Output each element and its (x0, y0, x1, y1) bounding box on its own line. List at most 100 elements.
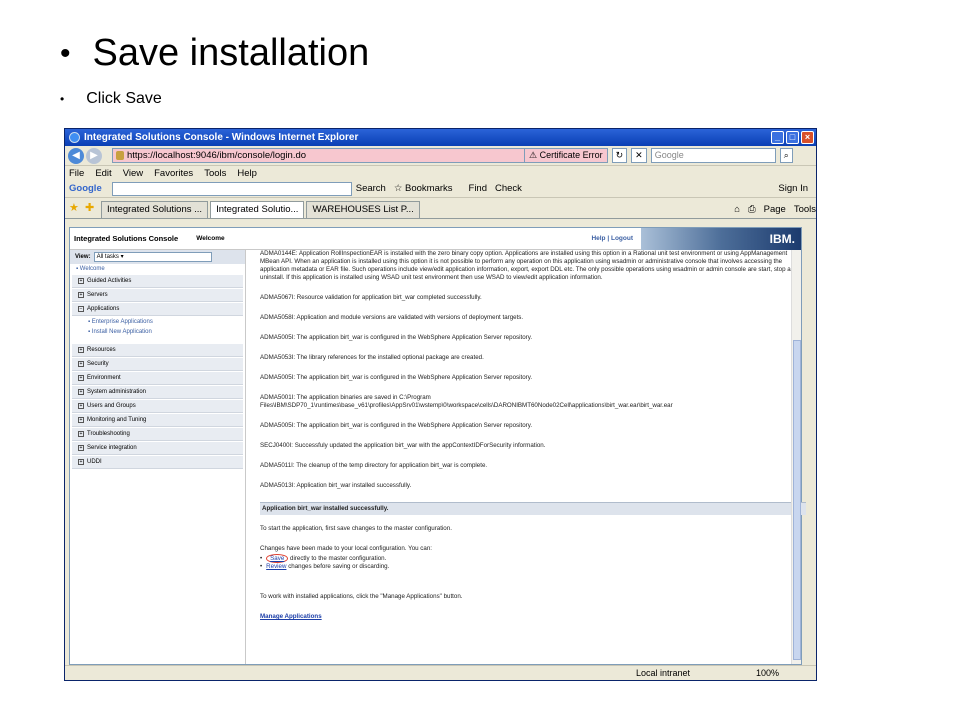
nav-users-groups[interactable]: + Users and Groups (72, 400, 243, 413)
nav-security[interactable]: + Security (72, 358, 243, 371)
print-icon[interactable]: ⎙ (748, 204, 756, 215)
view-select[interactable]: All tasks ▾ (93, 252, 212, 262)
menu-tools[interactable]: Tools (204, 168, 226, 179)
menu-view[interactable]: View (123, 168, 143, 179)
nav-uddi-label: UDDI (87, 459, 102, 465)
menu-file[interactable]: File (69, 168, 84, 179)
back-icon[interactable]: ◀ (68, 147, 84, 164)
review-option: Review changes before saving or discardi… (260, 563, 806, 571)
message: ADMA5005I: The application birt_war is c… (260, 374, 533, 381)
expand-icon: + (78, 292, 84, 298)
check-button[interactable]: Check (495, 183, 522, 194)
expand-icon: + (78, 389, 84, 395)
nav-troubleshooting-label: Troubleshooting (87, 431, 130, 437)
vertical-scrollbar[interactable] (791, 250, 801, 664)
ibm-logo: IBM. (641, 227, 801, 250)
google-search-input[interactable] (111, 181, 352, 196)
google-search-button[interactable]: Search (356, 183, 386, 194)
menu-help[interactable]: Help (237, 168, 257, 179)
console-header: Integrated Solutions Console Welcome Hel… (70, 227, 801, 250)
nav-guided-activities[interactable]: + Guided Activities (72, 275, 243, 288)
forward-icon[interactable]: ▶ (86, 147, 102, 164)
certificate-error-label: Certificate Error (539, 150, 603, 160)
nav-users-label: Users and Groups (87, 403, 136, 409)
tab-integrated-1[interactable]: Integrated Solutions ... (101, 201, 209, 218)
certificate-error-button[interactable]: ⚠ Certificate Error (525, 148, 608, 163)
work-note: To work with installed applications, cli… (260, 593, 463, 600)
minimize-icon[interactable]: _ (771, 131, 784, 144)
menu-edit[interactable]: Edit (95, 168, 111, 179)
nav-system-admin[interactable]: + System administration (72, 386, 243, 399)
tab-integrated-2[interactable]: Integrated Solutio... (210, 201, 305, 218)
stop-icon[interactable]: ✕ (631, 148, 647, 163)
google-toolbar: Google Search ☆ Bookmarks Find Check Sig… (65, 180, 816, 198)
changes-note: Changes have been made to your local con… (260, 545, 432, 552)
google-logo: Google (69, 183, 102, 194)
nav-welcome[interactable]: ▪ Welcome (70, 264, 245, 274)
expand-icon: + (78, 445, 84, 451)
logout-link[interactable]: Logout (611, 235, 633, 242)
view-filter: View: All tasks ▾ (70, 250, 245, 264)
console-nav: View: All tasks ▾ ▪ Welcome + Guided Acti… (70, 250, 246, 664)
save-option-text: directly to the master configuration. (290, 555, 387, 562)
tools-menu[interactable]: Tools (794, 204, 816, 215)
view-select-value: All tasks (96, 254, 119, 260)
nav-uddi[interactable]: + UDDI (72, 456, 243, 469)
ie-logo-icon (69, 132, 80, 143)
nav-environment[interactable]: + Environment (72, 372, 243, 385)
nav-resources[interactable]: + Resources (72, 344, 243, 357)
signin-button[interactable]: Sign In (778, 183, 808, 194)
nav-install-new[interactable]: ▪ Install New Application (70, 327, 245, 337)
search-input[interactable]: Google (650, 148, 776, 163)
console-title: Integrated Solutions Console (74, 234, 179, 243)
bullet-icon: • (60, 92, 65, 106)
refresh-icon[interactable]: ↻ (611, 148, 628, 163)
nav-servers-label: Servers (87, 292, 108, 298)
address-bar-row: ◀ ▶ https://localhost:9046/ibm/console/l… (65, 146, 816, 166)
nav-applications[interactable]: − Applications (72, 303, 243, 316)
help-link[interactable]: Help (591, 235, 605, 242)
maximize-icon[interactable]: □ (786, 131, 799, 144)
collapse-icon: − (78, 306, 84, 312)
bookmarks-button[interactable]: ☆ Bookmarks (394, 183, 461, 194)
close-icon[interactable]: × (801, 131, 814, 144)
save-option: Save directly to the master configuratio… (260, 554, 806, 563)
view-label: View: (75, 254, 91, 260)
nav-environment-label: Environment (87, 375, 121, 381)
review-link[interactable]: Review (266, 563, 286, 570)
expand-icon: + (78, 431, 84, 437)
menu-bar: File Edit View Favorites Tools Help (65, 166, 816, 180)
nav-monitoring[interactable]: + Monitoring and Tuning (72, 414, 243, 427)
status-bar: Local intranet 100% (65, 665, 816, 680)
page-icon (116, 151, 124, 160)
nav-guided-label: Guided Activities (87, 278, 132, 284)
nav-troubleshooting[interactable]: + Troubleshooting (72, 428, 243, 441)
favorites-star-icon[interactable]: ★ (69, 202, 81, 214)
bookmarks-label: Bookmarks (405, 183, 453, 194)
message: ADMA5067I: Resource validation for appli… (260, 294, 482, 301)
bullet-icon: • (60, 36, 71, 70)
page-menu[interactable]: Page (764, 204, 786, 215)
nav-servers[interactable]: + Servers (72, 289, 243, 302)
search-icon[interactable]: ⌕ (779, 148, 793, 163)
save-link[interactable]: Save (266, 554, 289, 563)
slide-bullet-text: Click Save (86, 90, 162, 107)
scrollbar-thumb[interactable] (793, 340, 801, 660)
nav-service-integration[interactable]: + Service integration (72, 442, 243, 455)
nav-enterprise-apps[interactable]: ▪ Enterprise Applications (70, 317, 245, 327)
message: ADMA5001I: The application binaries are … (260, 394, 673, 409)
menu-favorites[interactable]: Favorites (154, 168, 193, 179)
nav-install-new-label: Install New Application (91, 329, 152, 335)
zoom-level[interactable]: 100% (756, 668, 816, 678)
slide-title-text: Save installation (92, 32, 370, 74)
expand-icon: + (78, 361, 84, 367)
nav-resources-label: Resources (87, 347, 116, 353)
window-titlebar[interactable]: Integrated Solutions Console - Windows I… (65, 129, 816, 146)
home-icon[interactable]: ⌂ (734, 204, 740, 215)
manage-applications-link[interactable]: Manage Applications (260, 613, 322, 620)
find-button[interactable]: Find (469, 183, 487, 194)
address-input[interactable]: https://localhost:9046/ibm/console/login… (112, 148, 525, 163)
add-favorite-icon[interactable]: ✚ (85, 202, 97, 214)
message: ADMA5053I: The library references for th… (260, 354, 484, 361)
tab-warehouses[interactable]: WAREHOUSES List P... (306, 201, 420, 218)
